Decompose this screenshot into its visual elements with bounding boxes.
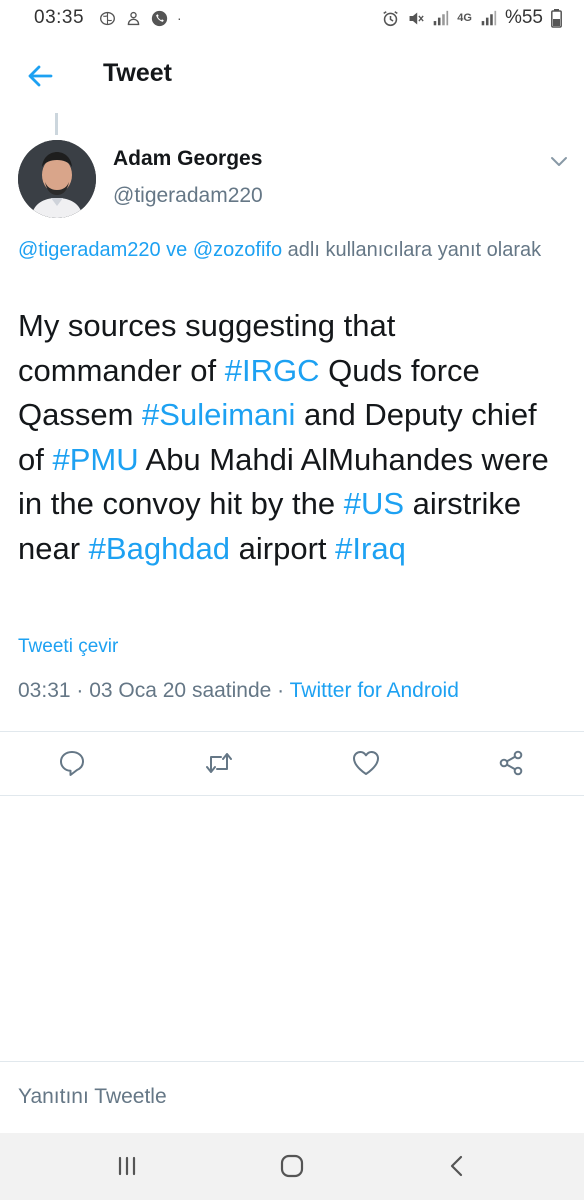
status-bar: 03:35 · 4G %55	[0, 0, 584, 36]
app-header: Tweet	[0, 40, 584, 112]
reply-button[interactable]	[55, 746, 89, 780]
signal-bars-icon	[481, 10, 497, 25]
system-back-button[interactable]	[440, 1151, 474, 1181]
network-type: 4G	[457, 12, 472, 24]
battery-percent: %55	[504, 7, 543, 28]
reply-connector: ve	[160, 239, 193, 261]
recent-apps-icon	[118, 1156, 136, 1176]
battery-icon	[551, 8, 562, 28]
hashtag-link[interactable]: #US	[344, 486, 404, 521]
reply-composer	[0, 1062, 584, 1132]
page-title: Tweet	[103, 59, 172, 87]
retweet-button[interactable]	[202, 746, 236, 780]
reply-context: @tigeradam220 ve @zozofifo adlı kullanıc…	[18, 235, 568, 265]
back-button[interactable]	[24, 60, 56, 92]
mention-link[interactable]: @zozofifo	[193, 239, 282, 261]
signal-icon	[433, 10, 449, 25]
phone-icon	[151, 10, 168, 26]
mute-icon	[409, 12, 424, 24]
thread-connector	[55, 113, 58, 135]
tweet-text: My sources suggesting that commander of …	[18, 304, 566, 571]
heart-icon	[353, 751, 379, 775]
back-arrow-icon	[28, 65, 53, 87]
back-icon	[450, 1155, 463, 1177]
reply-input[interactable]	[0, 1062, 584, 1132]
chevron-down-icon[interactable]	[548, 150, 570, 172]
hashtag-link[interactable]: #Baghdad	[89, 531, 230, 566]
divider	[0, 795, 584, 796]
recent-apps-button[interactable]	[110, 1151, 144, 1181]
share-icon	[499, 750, 523, 776]
system-nav-bar	[0, 1133, 584, 1200]
tweet-timestamp: 03:31 · 03 Oca 20 saatinde ·	[18, 679, 290, 702]
hashtag-link[interactable]: #Iraq	[335, 531, 406, 566]
home-icon	[280, 1154, 304, 1178]
share-button[interactable]	[494, 746, 528, 780]
tweet-source-link[interactable]: Twitter for Android	[290, 679, 459, 702]
brain-icon	[100, 11, 116, 25]
alarm-icon	[383, 10, 399, 26]
tweet-actions	[0, 740, 584, 786]
tweet-meta: 03:31 · 03 Oca 20 saatinde · Twitter for…	[18, 679, 459, 703]
author-name[interactable]: Adam Georges	[113, 147, 262, 171]
divider	[0, 731, 584, 732]
reply-icon	[60, 751, 84, 776]
avatar[interactable]	[18, 140, 96, 218]
status-time: 03:35	[34, 7, 85, 28]
avatar-image	[18, 140, 96, 218]
home-button[interactable]	[275, 1151, 309, 1181]
status-dot: ·	[177, 10, 182, 26]
mention-link[interactable]: @tigeradam220	[18, 239, 161, 261]
author-handle[interactable]: @tigeradam220	[113, 184, 263, 208]
translate-link[interactable]: Tweeti çevir	[18, 636, 118, 658]
reply-suffix: adlı kullanıcılara yanıt olarak	[282, 239, 542, 261]
hashtag-link[interactable]: #PMU	[52, 442, 138, 477]
notification-icon	[127, 11, 140, 25]
hashtag-link[interactable]: #IRGC	[225, 353, 320, 388]
tweet-text-segment: airport	[230, 530, 336, 566]
retweet-icon	[206, 753, 232, 773]
hashtag-link[interactable]: #Suleimani	[142, 397, 295, 432]
like-button[interactable]	[349, 746, 383, 780]
